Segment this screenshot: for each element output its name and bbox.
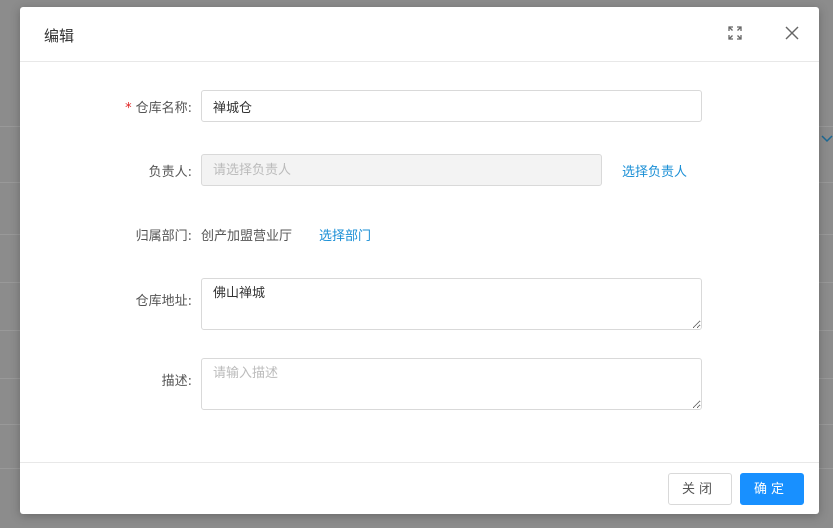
department-label-text: 归属部门 bbox=[135, 229, 188, 244]
address-label: 仓库地址: bbox=[135, 294, 192, 309]
select-department-link[interactable]: 选择部门 bbox=[319, 225, 371, 244]
owner-input[interactable] bbox=[201, 154, 602, 186]
address-textarea[interactable]: 佛山禅城 bbox=[201, 278, 702, 330]
description-textarea[interactable] bbox=[201, 358, 702, 410]
modal-footer: 关闭 确定 bbox=[20, 462, 819, 515]
select-owner-link[interactable]: 选择负责人 bbox=[622, 161, 687, 180]
close-button[interactable]: 关闭 bbox=[668, 473, 732, 505]
address-label-text: 仓库地址 bbox=[135, 294, 188, 309]
chevron-down-icon bbox=[821, 132, 833, 148]
department-label: 归属部门: bbox=[135, 229, 192, 244]
warehouse-name-label: * 仓库名称: bbox=[125, 101, 192, 116]
edit-modal: 编辑 *仓库名称: 负责人: 选择负责人 归属部门 bbox=[20, 7, 819, 514]
department-value: 创产加盟营业厅 bbox=[201, 229, 293, 244]
owner-label: 负责人: bbox=[148, 165, 192, 180]
modal-header: 编辑 bbox=[20, 7, 819, 62]
description-label: 描述: bbox=[161, 374, 192, 389]
warehouse-name-label-text: 仓库名称 bbox=[135, 101, 188, 116]
required-mark: * bbox=[125, 101, 132, 116]
warehouse-name-input[interactable] bbox=[201, 90, 702, 122]
modal-title: 编辑 bbox=[44, 27, 75, 45]
close-icon[interactable] bbox=[784, 25, 802, 43]
owner-label-text: 负责人 bbox=[148, 165, 188, 180]
description-label-text: 描述 bbox=[161, 374, 188, 389]
confirm-button[interactable]: 确定 bbox=[740, 473, 804, 505]
fullscreen-icon[interactable] bbox=[727, 25, 745, 43]
